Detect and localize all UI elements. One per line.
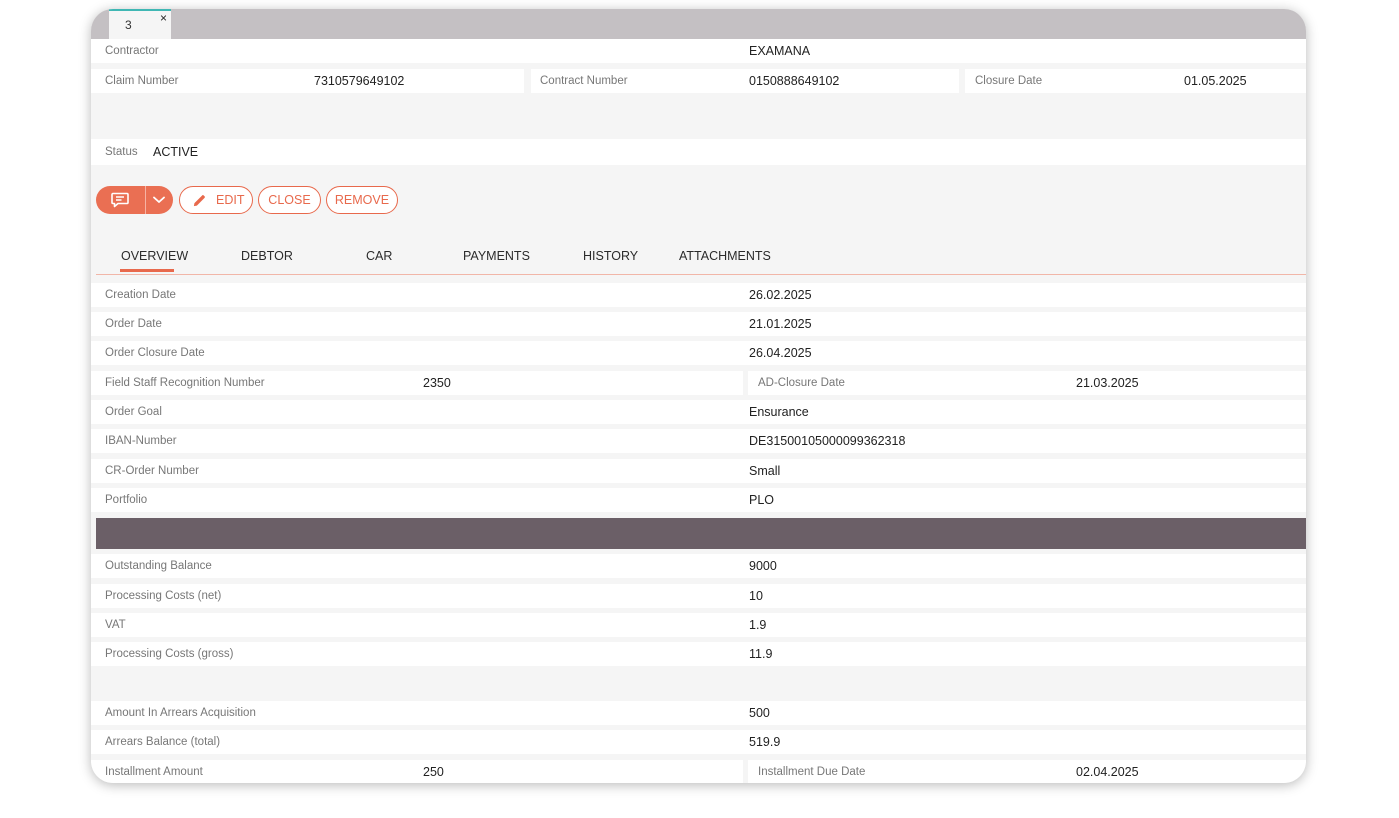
installment-due-cell: Installment Due Date 02.04.2025 (748, 760, 1306, 783)
order-goal-label: Order Goal (105, 406, 162, 418)
tab-bar: 3 × (91, 9, 1306, 39)
status-label: Status (105, 146, 138, 158)
iban-value: DE31500105000099362318 (749, 434, 906, 448)
creation-date-label: Creation Date (105, 289, 176, 301)
arrears-acquisition-value: 500 (749, 706, 770, 720)
close-icon[interactable]: × (160, 11, 167, 25)
contractor-label: Contractor (105, 45, 159, 57)
claim-number-cell: Claim Number 7310579649102 (91, 69, 524, 93)
order-date-label: Order Date (105, 318, 162, 330)
claim-window: 3 × Contractor EXAMANA Claim Number 7310… (91, 9, 1306, 783)
portfolio-value: PLO (749, 493, 775, 507)
section-tabs: OVERVIEW DEBTOR CAR PAYMENTS HISTORY ATT… (96, 242, 1306, 275)
tab-attachments[interactable]: ATTACHMENTS (679, 249, 771, 263)
status-value: ACTIVE (153, 145, 199, 159)
tab-debtor[interactable]: DEBTOR (241, 249, 293, 263)
order-closure-date-label: Order Closure Date (105, 347, 205, 359)
tab-car[interactable]: CAR (366, 249, 392, 263)
processing-gross-row: Processing Costs (gross) 11.9 (91, 642, 1306, 666)
vat-label: VAT (105, 619, 126, 631)
contractor-row: Contractor EXAMANA (91, 39, 1306, 63)
outstanding-balance-label: Outstanding Balance (105, 560, 212, 572)
arrears-total-row: Arrears Balance (total) 519.9 (91, 730, 1306, 754)
field-staff-value: 2350 (423, 376, 451, 390)
tab-payments[interactable]: PAYMENTS (463, 249, 530, 263)
iban-row: IBAN-Number DE31500105000099362318 (91, 429, 1306, 453)
cr-order-row: CR-Order Number Small (91, 459, 1306, 483)
outstanding-balance-value: 9000 (749, 559, 777, 573)
section-divider-bar (96, 518, 1306, 549)
remove-label: REMOVE (334, 193, 390, 207)
installment-amount-label: Installment Amount (105, 766, 203, 778)
comment-split-button[interactable] (96, 186, 173, 214)
close-button[interactable]: CLOSE (258, 186, 321, 214)
ad-closure-label: AD-Closure Date (758, 377, 845, 389)
installment-amount-value: 250 (423, 765, 444, 779)
claim-number-label: Claim Number (105, 75, 179, 87)
order-closure-date-row: Order Closure Date 26.04.2025 (91, 341, 1306, 365)
contract-number-value: 0150888649102 (749, 74, 840, 88)
active-tab-indicator (120, 269, 174, 272)
closure-date-cell: Closure Date 01.05.2025 (965, 69, 1306, 93)
processing-gross-label: Processing Costs (gross) (105, 648, 234, 660)
comment-dropdown-button[interactable] (146, 186, 173, 214)
contract-number-label: Contract Number (540, 75, 628, 87)
field-staff-label: Field Staff Recognition Number (105, 377, 265, 389)
order-goal-row: Order Goal Ensurance (91, 400, 1306, 424)
installment-due-value: 02.04.2025 (1076, 765, 1139, 779)
tab-overview[interactable]: OVERVIEW (121, 249, 188, 263)
processing-net-row: Processing Costs (net) 10 (91, 584, 1306, 608)
remove-button[interactable]: REMOVE (326, 186, 398, 214)
creation-date-row: Creation Date 26.02.2025 (91, 283, 1306, 307)
processing-net-label: Processing Costs (net) (105, 590, 222, 602)
field-staff-cell: Field Staff Recognition Number 2350 (91, 371, 743, 395)
pencil-icon (193, 195, 205, 207)
portfolio-row: Portfolio PLO (91, 488, 1306, 512)
order-closure-date-value: 26.04.2025 (749, 346, 812, 360)
comment-icon (111, 192, 129, 208)
vat-row: VAT 1.9 (91, 613, 1306, 637)
chevron-down-icon (153, 196, 165, 203)
ad-closure-value: 21.03.2025 (1076, 376, 1139, 390)
portfolio-label: Portfolio (105, 494, 148, 506)
contractor-value: EXAMANA (749, 44, 811, 58)
order-goal-value: Ensurance (749, 405, 809, 419)
edit-button[interactable]: EDIT (179, 186, 253, 214)
order-date-row: Order Date 21.01.2025 (91, 312, 1306, 336)
installment-due-label: Installment Due Date (758, 766, 866, 778)
edit-label: EDIT (216, 193, 245, 207)
arrears-acquisition-label: Amount In Arrears Acquisition (105, 707, 256, 719)
arrears-acquisition-row: Amount In Arrears Acquisition 500 (91, 701, 1306, 725)
contract-number-cell: Contract Number 0150888649102 (531, 69, 959, 93)
order-date-value: 21.01.2025 (749, 317, 812, 331)
cr-order-label: CR-Order Number (105, 465, 199, 477)
close-label: CLOSE (268, 193, 311, 207)
ad-closure-cell: AD-Closure Date 21.03.2025 (748, 371, 1306, 395)
processing-gross-value: 11.9 (749, 647, 773, 661)
comment-button[interactable] (96, 186, 145, 214)
tab-label: 3 (125, 18, 132, 32)
closure-date-value: 01.05.2025 (1184, 74, 1247, 88)
iban-label: IBAN-Number (105, 435, 177, 447)
claim-number-value: 7310579649102 (314, 74, 405, 88)
arrears-total-value: 519.9 (749, 735, 781, 749)
arrears-total-label: Arrears Balance (total) (105, 736, 221, 748)
creation-date-value: 26.02.2025 (749, 288, 812, 302)
status-row: Status ACTIVE (91, 139, 1306, 165)
outstanding-balance-row: Outstanding Balance 9000 (91, 554, 1306, 578)
vat-value: 1.9 (749, 618, 767, 632)
closure-date-label: Closure Date (975, 75, 1043, 87)
tab-history[interactable]: HISTORY (583, 249, 638, 263)
tab-claim[interactable]: 3 × (109, 9, 171, 39)
cr-order-value: Small (749, 464, 781, 478)
processing-net-value: 10 (749, 589, 763, 603)
installment-amount-cell: Installment Amount 250 (91, 760, 743, 783)
